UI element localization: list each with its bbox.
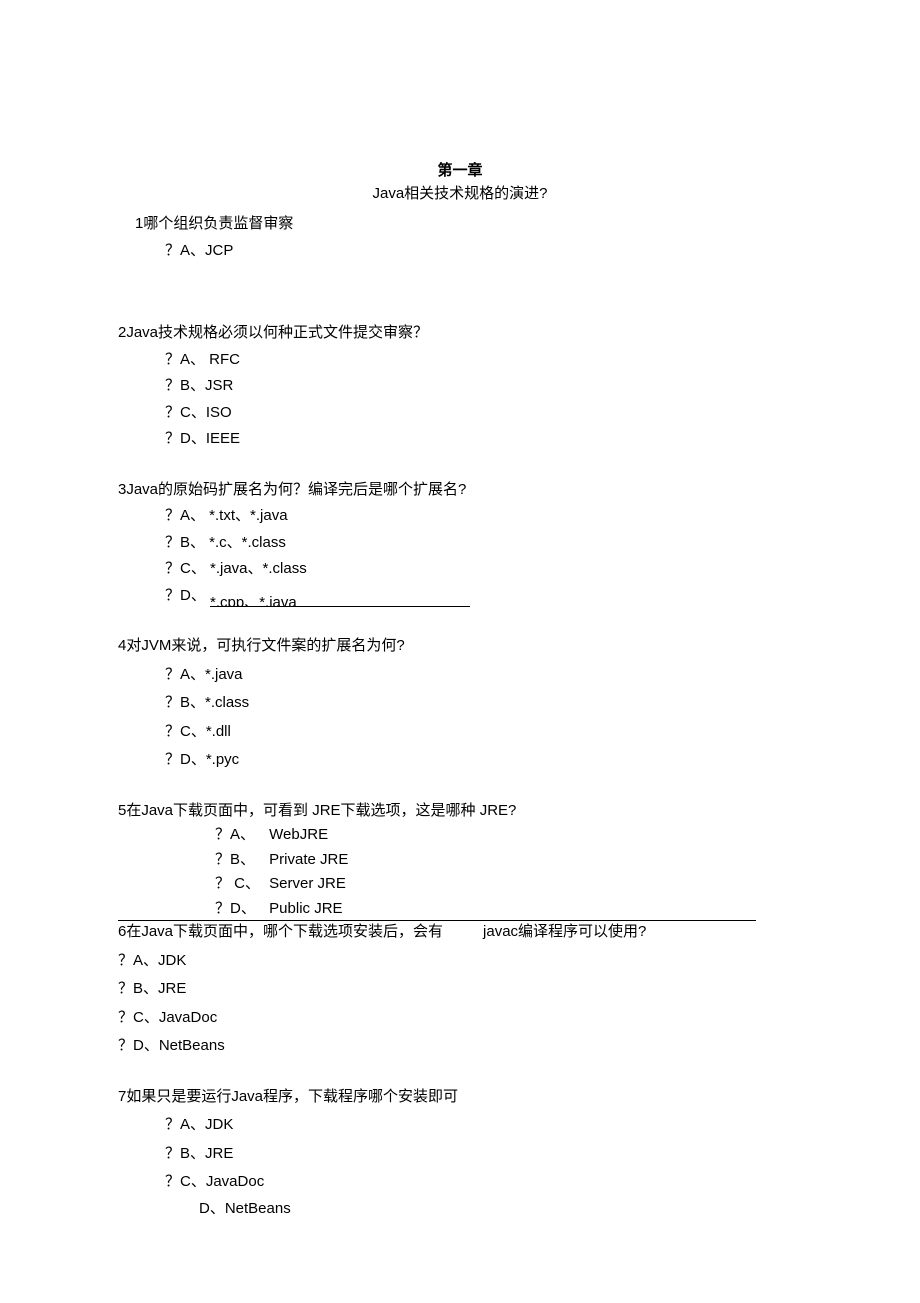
q3-option-c: ？C、 *.java、*.class (165, 558, 920, 581)
q4-option-c: ？C、*.dll (165, 721, 920, 744)
q3-option-b: ？B、 *.c、*.class (165, 532, 920, 555)
q3-d-value: *.cpp、*.java (210, 594, 297, 607)
chapter-title: 第一章 (0, 160, 920, 183)
q6-text: 6在Java下载页面中，哪个下载选项安装后，会有 javac编译程序可以使用? (118, 921, 756, 944)
q4-option-d: ？D、*.pyc (165, 749, 920, 772)
q3-option-d: ？D、 *.cpp、*.java (165, 585, 920, 608)
q5-text: 5在Java下载页面中，可看到 JRE下载选项，这是哪种 JRE? (118, 800, 920, 823)
q5-option-a: ？A、 WebJRE (215, 824, 920, 847)
q6-option-b: ？B、JRE (118, 978, 920, 1001)
q5-option-d: ？D、 Public JRE (215, 898, 920, 921)
q2-option-a: ？A、 RFC (165, 349, 920, 372)
q5-a-value: WebJRE (269, 826, 328, 843)
q6-option-c: ？C、JavaDoc (118, 1007, 920, 1030)
q2-option-d: ？D、IEEE (165, 428, 920, 451)
q7-option-a: ？A、JDK (165, 1114, 920, 1137)
question-7: 7如果只是要运行Java程序，下载程序哪个安装即可 ？A、JDK ？B、JRE … (0, 1086, 920, 1221)
subtitle: Java相关技术规格的演进? (0, 183, 920, 206)
q5-option-c: ？ C、 Server JRE (215, 873, 920, 896)
q5-b-value: Private JRE (269, 851, 348, 868)
q2-option-c: ？C、ISO (165, 402, 920, 425)
question-1: 1哪个组织负责监督审察 ？A、JCP (0, 213, 920, 262)
q5-b-label: ？B、 (215, 849, 265, 872)
q3-text: 3Java的原始码扩展名为何？编译完后是哪个扩展名? (118, 479, 920, 502)
q6-option-a: ？A、JDK (118, 950, 920, 973)
q2-text: 2Java技术规格必须以何种正式文件提交审察？ (118, 322, 920, 345)
q7-option-b: ？B、JRE (165, 1143, 920, 1166)
q4-option-b: ？B、*.class (165, 692, 920, 715)
q5-d-label: ？D、 (215, 898, 265, 921)
question-2: 2Java技术规格必须以何种正式文件提交审察？ ？A、 RFC ？B、JSR ？… (0, 322, 920, 451)
q5-a-label: ？A、 (215, 824, 265, 847)
q5-d-value: Public JRE (269, 900, 342, 917)
question-5: 5在Java下载页面中，可看到 JRE下载选项，这是哪种 JRE? ？A、 We… (0, 800, 920, 921)
q7-text: 7如果只是要运行Java程序，下载程序哪个安装即可 (118, 1086, 920, 1109)
q4-option-a: ？A、*.java (165, 664, 920, 687)
q3-option-a: ？A、 *.txt、*.java (165, 505, 920, 528)
q5-c-value: Server JRE (269, 875, 346, 892)
q3-d-prefix: ？D、 (165, 587, 206, 604)
q5-c-label: ？ C、 (215, 873, 265, 896)
q7-option-d: D、NetBeans (199, 1198, 920, 1221)
q6-option-d: ？D、NetBeans (118, 1035, 920, 1058)
q4-text: 4对JVM来说，可执行文件案的扩展名为何? (118, 635, 920, 658)
q2-option-b: ？B、JSR (165, 375, 920, 398)
q6-text-p2: javac编译程序可以使用? (483, 923, 646, 940)
question-4: 4对JVM来说，可执行文件案的扩展名为何? ？A、*.java ？B、*.cla… (0, 635, 920, 772)
question-6-options: ？A、JDK ？B、JRE ？C、JavaDoc ？D、NetBeans (0, 950, 920, 1058)
q5-option-b: ？B、 Private JRE (215, 849, 920, 872)
q7-option-c: ？C、JavaDoc (165, 1171, 920, 1194)
q1-text: 1哪个组织负责监督审察 (135, 213, 920, 236)
q1-option-a: ？A、JCP (165, 240, 920, 263)
question-6: 6在Java下载页面中，哪个下载选项安装后，会有 javac编译程序可以使用? (118, 920, 756, 944)
q6-text-p1: 6在Java下载页面中，哪个下载选项安装后，会有 (118, 923, 443, 940)
question-3: 3Java的原始码扩展名为何？编译完后是哪个扩展名? ？A、 *.txt、*.j… (0, 479, 920, 608)
